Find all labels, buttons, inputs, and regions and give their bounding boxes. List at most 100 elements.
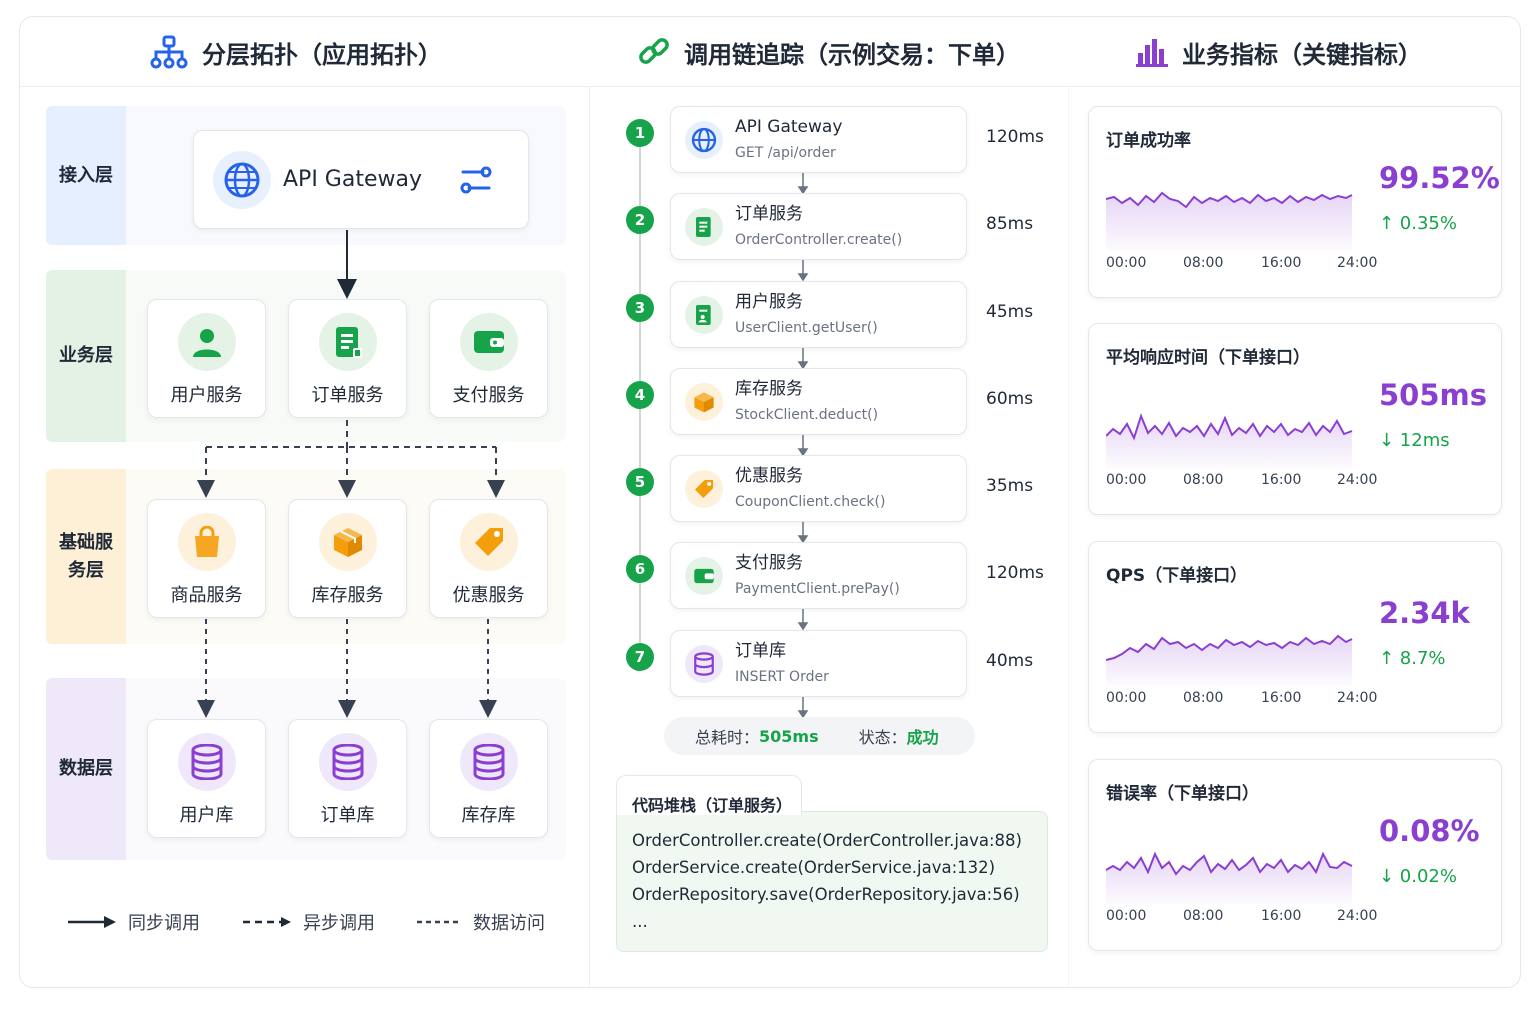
step-detail: INSERT Order [735,668,829,685]
step-name: 优惠服务 [735,465,803,486]
step-name: 订单服务 [735,203,803,224]
x-tick: 24:00 [1337,690,1378,706]
bar-chart-icon [1136,39,1168,67]
x-tick: 00:00 [1106,908,1147,924]
solid-arrow-icon [68,916,116,928]
status-label: 状态： [858,728,907,747]
metric-card-success-rate[interactable]: 订单成功率 00:00 08:00 16:00 24:00 99.52% ↑ 0… [1088,106,1502,298]
code-line: ... [632,912,648,931]
x-tick: 08:00 [1183,255,1224,271]
database-label: 库存库 [461,805,516,826]
step-number: 7 [626,643,654,671]
legend-sync: 同步调用 [68,909,200,935]
sparkline-chart [1106,413,1353,468]
trace-summary: 总耗时： 505ms 状态： 成功 [664,717,975,755]
x-tick: 16:00 [1261,472,1302,488]
sparkline-chart [1106,634,1353,686]
step-detail: StockClient.deduct() [735,406,879,423]
status-value: 成功 [906,728,939,747]
database-label: 用户库 [179,805,234,826]
metric-value: 99.52% [1379,161,1500,195]
code-stack-panel: OrderController.create(OrderController.j… [616,811,1048,952]
metric-delta: ↑ 0.35% [1379,213,1457,234]
code-line: OrderRepository.save(OrderRepository.jav… [632,885,1020,904]
trace-step-7[interactable]: 订单库 INSERT Order [670,630,967,697]
metric-delta: ↓ 0.02% [1379,866,1457,887]
trace-step-3[interactable]: 用户服务 UserClient.getUser() [670,281,967,348]
step-duration: 120ms [986,563,1044,583]
x-tick: 00:00 [1106,255,1147,271]
total-label: 总耗时： [695,728,760,747]
step-detail: UserClient.getUser() [735,319,878,336]
legend-label: 同步调用 [128,913,200,934]
x-tick: 08:00 [1183,472,1224,488]
metric-delta: ↑ 8.7% [1379,648,1446,669]
trace-step-5[interactable]: 优惠服务 CouponClient.check() [670,455,967,522]
trace-step-2[interactable]: 订单服务 OrderController.create() [670,193,967,260]
tag-icon [685,469,723,508]
x-tick: 00:00 [1106,690,1147,706]
metrics-title: 业务指标（关键指标） [1182,40,1422,69]
sparkline-chart [1106,851,1353,904]
step-duration: 85ms [986,214,1034,234]
step-name: 库存服务 [735,378,803,399]
step-number: 6 [626,555,654,583]
x-tick: 08:00 [1183,690,1224,706]
sparkline-chart [1106,191,1353,251]
step-duration: 35ms [986,476,1034,496]
trace-step-6[interactable]: 支付服务 PaymentClient.prePay() [670,542,967,609]
total-value: 505ms [759,726,819,746]
metric-value: 0.08% [1379,814,1480,848]
x-tick: 16:00 [1261,908,1302,924]
user-doc-icon [685,295,723,334]
legend-label: 异步调用 [303,913,375,934]
metric-title: 平均响应时间（下单接口） [1106,348,1310,368]
step-number: 5 [626,468,654,496]
legend-data-access: 数据访问 [417,909,545,935]
trace-step-4[interactable]: 库存服务 StockClient.deduct() [670,368,967,435]
legend-label: 数据访问 [473,913,545,934]
code-stack-tab[interactable]: 代码堆栈（订单服务） [616,775,802,815]
metric-card-error-rate[interactable]: 错误率（下单接口） 00:00 08:00 16:00 24:00 0.08% … [1088,759,1502,951]
metric-title: 错误率（下单接口） [1106,784,1259,804]
x-tick: 24:00 [1337,472,1378,488]
code-line: OrderService.create(OrderService.java:13… [632,858,996,877]
column-divider-right [1068,87,1069,987]
step-number: 1 [626,119,654,147]
step-detail: PaymentClient.prePay() [735,580,900,597]
metric-card-qps[interactable]: QPS（下单接口） 00:00 08:00 16:00 24:00 2.34k … [1088,541,1502,733]
database-icon [318,733,377,791]
x-tick: 08:00 [1183,908,1224,924]
metric-card-response-time[interactable]: 平均响应时间（下单接口） 00:00 08:00 16:00 24:00 505… [1088,323,1502,515]
step-duration: 120ms [986,127,1044,147]
database-label: 订单库 [320,805,375,826]
step-duration: 40ms [986,651,1034,671]
trace-step-1[interactable]: API Gateway GET /api/order [670,106,967,173]
document-icon [685,207,723,246]
step-name: 用户服务 [735,291,803,312]
step-number: 4 [626,381,654,409]
metrics-header: 业务指标（关键指标） [1136,35,1422,69]
database-icon [177,733,236,791]
metric-value: 505ms [1379,378,1488,412]
metric-title: 订单成功率 [1106,131,1191,151]
database-icon [459,733,518,791]
globe-icon [685,120,723,159]
x-tick: 16:00 [1261,255,1302,271]
x-tick: 24:00 [1337,908,1378,924]
step-detail: GET /api/order [735,144,836,161]
database-icon [685,644,723,683]
x-tick: 16:00 [1261,690,1302,706]
code-line: OrderController.create(OrderController.j… [632,831,1022,850]
step-number: 2 [626,206,654,234]
step-name: API Gateway [735,116,843,137]
step-number: 3 [626,294,654,322]
x-tick: 24:00 [1337,255,1378,271]
box-icon [685,382,723,421]
dashed-arrow-icon [243,917,291,927]
legend-async: 异步调用 [243,909,375,935]
dashboard-frame: 分层拓扑（应用拓扑） 调用链追踪（示例交易：下单） 业务指标（关键指标） 接入层… [19,16,1521,988]
step-detail: CouponClient.check() [735,493,886,510]
step-detail: OrderController.create() [735,231,903,248]
metric-delta: ↓ 12ms [1379,430,1450,451]
